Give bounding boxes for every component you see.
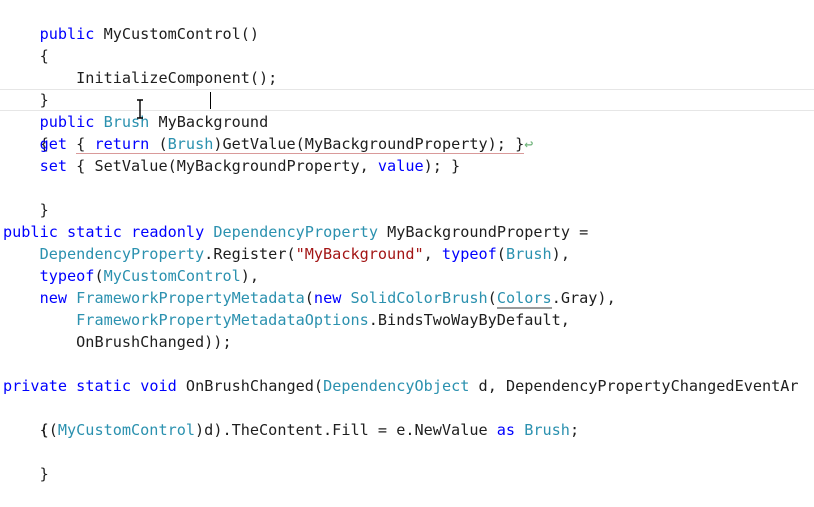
- keyword: set: [39, 157, 68, 175]
- code-line-19[interactable]: }: [3, 441, 49, 483]
- type-name: MyCustomControl: [103, 267, 241, 285]
- keyword: void: [140, 377, 177, 395]
- code-text: }: [39, 465, 49, 483]
- code-text: (: [149, 135, 168, 153]
- code-line-3[interactable]: InitializeComponent();: [3, 45, 277, 87]
- code-line-6[interactable]: {: [3, 111, 49, 153]
- type-name: DependencyProperty: [39, 245, 205, 263]
- code-line-11[interactable]: DependencyProperty.Register("MyBackgroun…: [3, 243, 570, 265]
- type-name: Brush: [505, 245, 552, 263]
- code-text: (: [496, 245, 506, 263]
- code-text: ),: [551, 245, 570, 263]
- code-line-9[interactable]: }: [3, 177, 49, 219]
- keyword: static: [67, 223, 122, 241]
- keyword: value: [377, 157, 424, 175]
- ibeam-cursor-icon: [137, 99, 143, 119]
- keyword: readonly: [131, 223, 205, 241]
- method-name: OnBrushChanged(: [176, 377, 324, 395]
- code-line-1[interactable]: public MyCustomControl(): [3, 1, 259, 43]
- keyword: typeof: [441, 245, 497, 263]
- code-text: ),: [240, 267, 260, 285]
- property-name: MyBackground: [158, 113, 269, 131]
- keyword: as: [496, 421, 516, 439]
- code-text: d, DependencyPropertyChangedEventAr: [469, 377, 799, 395]
- code-text: )GetValue(MyBackgroundProperty); }: [213, 135, 525, 153]
- code-text: .Register(: [204, 245, 296, 263]
- type-name: DependencyObject: [323, 377, 470, 395]
- code-text: ((: [3, 421, 58, 439]
- code-editor[interactable]: public MyCustomControl() { InitializeCom…: [0, 0, 814, 483]
- type-name: MyCustomControl: [57, 421, 196, 439]
- keyword: get: [39, 135, 68, 153]
- code-line-4[interactable]: }: [3, 67, 49, 109]
- code-text: ,: [423, 245, 442, 263]
- type-name: SolidColorBrush: [350, 289, 488, 307]
- code-line-16[interactable]: private static void OnBrushChanged(Depen…: [3, 375, 799, 397]
- keyword: static: [76, 377, 132, 395]
- code-text: MyCustomControl(): [94, 25, 260, 43]
- keyword: public: [3, 223, 58, 241]
- code-line-12[interactable]: typeof(MyCustomControl),: [3, 265, 259, 287]
- code-text: )d).TheContent.Fill = e.NewValue: [195, 421, 497, 439]
- code-line-13[interactable]: new FrameworkPropertyMetadata(new SolidC…: [3, 287, 616, 309]
- code-text: MyBackgroundProperty =: [377, 223, 589, 241]
- code-text: InitializeComponent();: [39, 69, 278, 87]
- code-text: .Gray),: [551, 289, 616, 307]
- keyword: new: [39, 289, 68, 307]
- code-text: ); }: [423, 157, 461, 175]
- code-text: ;: [569, 421, 580, 439]
- code-line-15[interactable]: OnBrushChanged));: [3, 331, 232, 353]
- code-text: .BindsTwoWayByDefault,: [368, 311, 570, 329]
- getter-body: { return (Brush)GetValue(MyBackgroundPro…: [76, 135, 525, 154]
- code-line-17[interactable]: {: [3, 397, 49, 439]
- return-arrow-icon: ↩: [524, 135, 534, 153]
- keyword: private: [3, 377, 68, 395]
- code-line-7[interactable]: get { return (Brush)GetValue(MyBackgroun…: [3, 133, 533, 155]
- type-name: FrameworkPropertyMetadataOptions: [76, 311, 369, 329]
- keyword: typeof: [39, 267, 95, 285]
- code-text: (: [94, 267, 104, 285]
- type-name: DependencyProperty: [213, 223, 378, 241]
- code-text: {: [76, 135, 95, 153]
- code-text: (: [487, 289, 497, 307]
- code-line-10[interactable]: public static readonly DependencyPropert…: [3, 221, 588, 243]
- code-text: (: [304, 289, 314, 307]
- type-name: Colors: [496, 289, 552, 309]
- string-literal: "MyBackground": [295, 245, 424, 263]
- type-name: FrameworkPropertyMetadata: [76, 289, 305, 307]
- code-text: }: [39, 201, 49, 219]
- keyword: return: [94, 135, 150, 153]
- text-caret: [210, 92, 211, 109]
- keyword: new: [313, 289, 342, 307]
- type-name: Brush: [524, 421, 570, 439]
- code-text: OnBrushChanged));: [76, 333, 232, 351]
- code-line-18[interactable]: ((MyCustomControl)d).TheContent.Fill = e…: [3, 419, 580, 441]
- code-text: { SetValue(MyBackgroundProperty,: [67, 157, 378, 175]
- code-line-14[interactable]: FrameworkPropertyMetadataOptions.BindsTw…: [3, 309, 570, 331]
- code-line-8[interactable]: set { SetValue(MyBackgroundProperty, val…: [3, 155, 461, 177]
- code-line-2[interactable]: {: [3, 23, 49, 65]
- type-name: Brush: [167, 135, 214, 153]
